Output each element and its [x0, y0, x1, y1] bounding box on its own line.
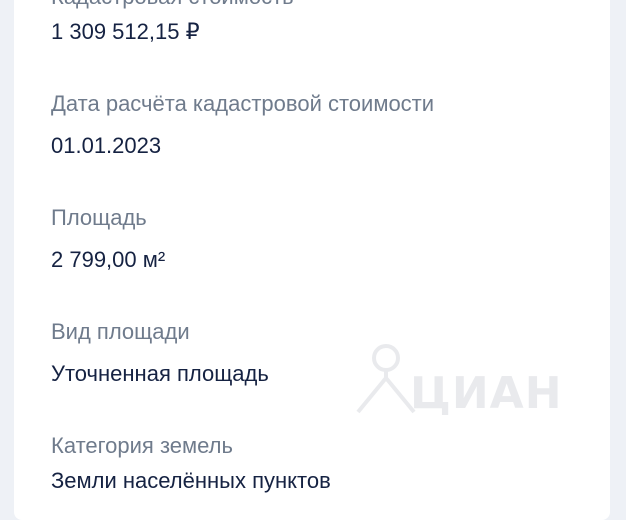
cian-watermark-text: ЦИАН	[410, 368, 563, 419]
land-category-value: Земли населённых пунктов	[51, 468, 331, 493]
area-value: 2 799,00 м²	[51, 247, 166, 272]
cadastral-date-value: 01.01.2023	[51, 133, 162, 158]
cadastral-date-label: Дата расчёта кадастровой стоимости	[51, 91, 435, 116]
area-label: Площадь	[51, 205, 147, 230]
area-type-value: Уточненная площадь	[51, 361, 269, 386]
area-type-label: Вид площади	[51, 319, 190, 344]
land-category-label: Категория земель	[51, 433, 233, 458]
cadastral-value-label: Кадастровая стоимость	[51, 0, 294, 8]
cadastral-value: 1 309 512,15 ₽	[51, 19, 200, 44]
cian-watermark: ЦИАН	[346, 340, 562, 420]
